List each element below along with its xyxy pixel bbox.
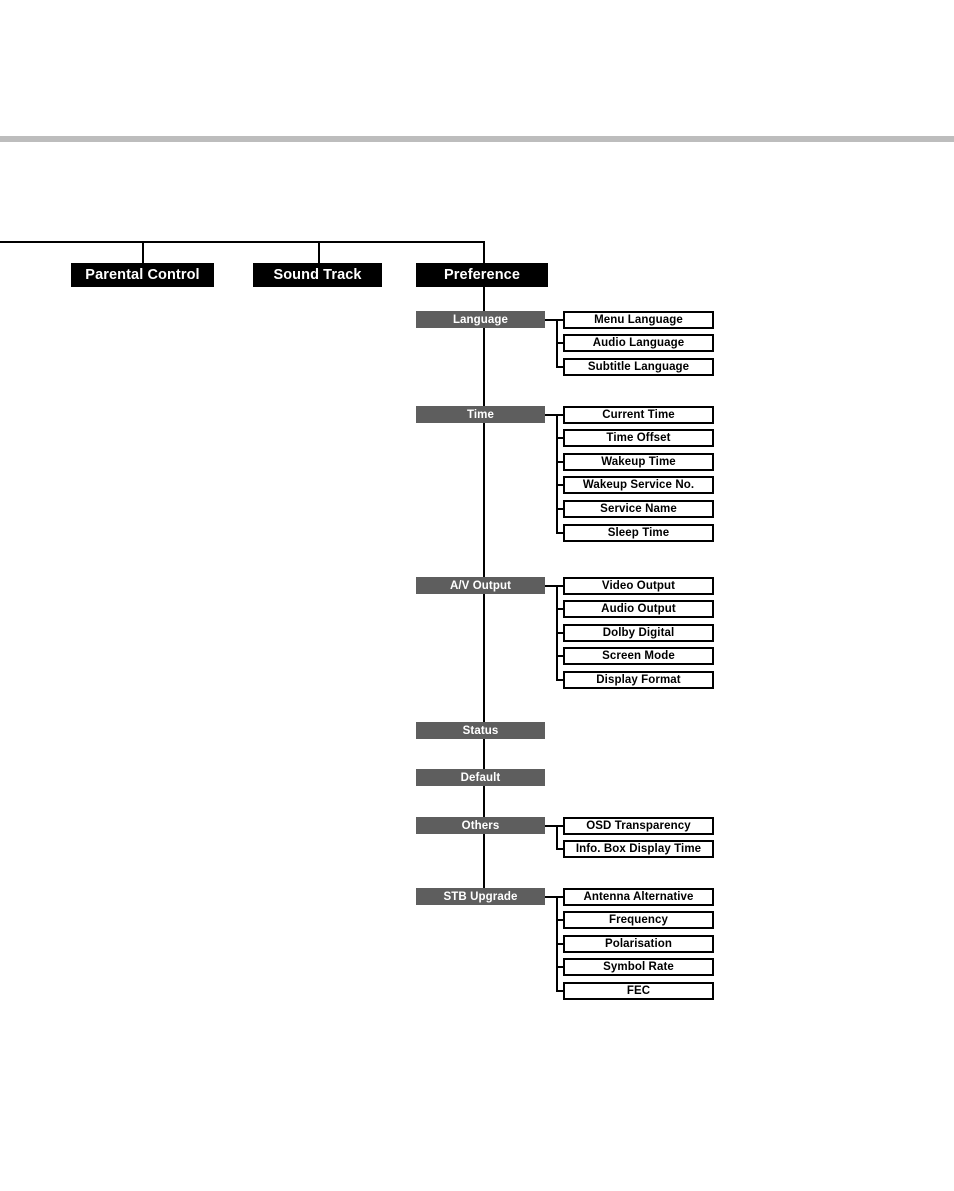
leaf-node-label: FEC bbox=[626, 984, 651, 997]
leaf-node-polarisation[interactable]: Polarisation bbox=[563, 934, 714, 953]
leaf-node-display-format[interactable]: Display Format bbox=[563, 670, 714, 689]
group-node-stb-upgrade[interactable]: STB Upgrade bbox=[416, 888, 545, 905]
leaf-node-info-box-display-time[interactable]: Info. Box Display Time bbox=[563, 840, 714, 859]
leaf-node-label: Wakeup Service No. bbox=[582, 479, 695, 492]
leaf-stub-language-1 bbox=[556, 318, 563, 321]
group-node-label: Others bbox=[461, 819, 500, 832]
branch-spine-others bbox=[556, 824, 558, 851]
leaf-stub-stb-upgrade-1 bbox=[556, 895, 563, 898]
leaf-node-osd-transparency[interactable]: OSD Transparency bbox=[563, 816, 714, 835]
leaf-node-label: Audio Language bbox=[592, 337, 685, 350]
leaf-stub-time-5 bbox=[556, 507, 563, 510]
leaf-stub-time-1 bbox=[556, 413, 563, 416]
root-node-label: Parental Control bbox=[85, 267, 200, 283]
leaf-stub-a-v-output-3 bbox=[556, 631, 563, 634]
leaf-node-label: Service Name bbox=[600, 502, 677, 515]
root-node-label: Sound Track bbox=[273, 267, 362, 283]
leaf-stub-a-v-output-4 bbox=[556, 655, 563, 658]
group-node-a-v-output[interactable]: A/V Output bbox=[416, 577, 545, 594]
leaf-node-menu-language[interactable]: Menu Language bbox=[563, 310, 714, 329]
leaf-node-label: Subtitle Language bbox=[587, 360, 690, 373]
leaf-node-label: Polarisation bbox=[604, 937, 673, 950]
leaf-node-label: Dolby Digital bbox=[602, 626, 675, 639]
leaf-node-screen-mode[interactable]: Screen Mode bbox=[563, 647, 714, 666]
group-stub-a-v-output bbox=[545, 584, 556, 587]
menu-tree-diagram: Parental Control Sound Track Preference Lan… bbox=[0, 0, 954, 1191]
leaf-node-label: Display Format bbox=[596, 673, 681, 686]
branch-spine-time bbox=[556, 413, 558, 534]
root-node-preference[interactable]: Preference bbox=[416, 263, 548, 287]
group-node-label: Language bbox=[452, 313, 509, 326]
group-stub-others bbox=[545, 824, 556, 827]
group-node-time[interactable]: Time bbox=[416, 406, 545, 423]
group-node-language[interactable]: Language bbox=[416, 311, 545, 328]
leaf-node-label: Frequency bbox=[608, 914, 669, 927]
group-node-label: Status bbox=[462, 724, 499, 737]
leaf-stub-others-2 bbox=[556, 848, 563, 851]
leaf-stub-time-2 bbox=[556, 437, 563, 440]
leaf-node-label: OSD Transparency bbox=[586, 819, 691, 832]
root-stem-1 bbox=[142, 241, 144, 263]
leaf-node-wakeup-service-no[interactable]: Wakeup Service No. bbox=[563, 476, 714, 495]
leaf-node-label: Time Offset bbox=[606, 432, 671, 445]
leaf-node-frequency[interactable]: Frequency bbox=[563, 911, 714, 930]
leaf-node-antenna-alternative[interactable]: Antenna Alternative bbox=[563, 887, 714, 906]
leaf-node-fec[interactable]: FEC bbox=[563, 981, 714, 1000]
leaf-node-subtitle-language[interactable]: Subtitle Language bbox=[563, 357, 714, 376]
leaf-stub-language-3 bbox=[556, 365, 563, 368]
root-stem-2 bbox=[318, 241, 320, 263]
group-stub-language bbox=[545, 318, 556, 321]
group-node-label: A/V Output bbox=[449, 579, 512, 592]
leaf-stub-language-2 bbox=[556, 342, 563, 345]
leaf-node-time-offset[interactable]: Time Offset bbox=[563, 429, 714, 448]
group-stub-time bbox=[545, 413, 556, 416]
leaf-node-label: Symbol Rate bbox=[603, 961, 674, 974]
group-node-label: STB Upgrade bbox=[443, 890, 518, 903]
group-node-status[interactable]: Status bbox=[416, 722, 545, 739]
leaf-stub-a-v-output-2 bbox=[556, 608, 563, 611]
leaf-node-label: Sleep Time bbox=[607, 526, 670, 539]
leaf-node-label: Current Time bbox=[602, 408, 675, 421]
group-stub-stb-upgrade bbox=[545, 895, 556, 898]
leaf-stub-stb-upgrade-5 bbox=[556, 989, 563, 992]
leaf-node-service-name[interactable]: Service Name bbox=[563, 499, 714, 518]
leaf-stub-time-4 bbox=[556, 484, 563, 487]
leaf-node-label: Info. Box Display Time bbox=[575, 843, 702, 856]
leaf-node-dolby-digital[interactable]: Dolby Digital bbox=[563, 623, 714, 642]
leaf-stub-a-v-output-1 bbox=[556, 584, 563, 587]
root-node-label: Preference bbox=[444, 267, 520, 283]
leaf-node-label: Video Output bbox=[601, 579, 676, 592]
leaf-stub-stb-upgrade-3 bbox=[556, 942, 563, 945]
root-node-parental-control[interactable]: Parental Control bbox=[71, 263, 214, 287]
leaf-stub-time-3 bbox=[556, 460, 563, 463]
leaf-node-audio-output[interactable]: Audio Output bbox=[563, 600, 714, 619]
leaf-node-label: Screen Mode bbox=[602, 650, 675, 663]
leaf-stub-a-v-output-5 bbox=[556, 678, 563, 681]
top-bus-line bbox=[0, 241, 485, 243]
leaf-stub-time-6 bbox=[556, 531, 563, 534]
leaf-node-label: Wakeup Time bbox=[601, 455, 676, 468]
group-node-label: Default bbox=[460, 771, 501, 784]
leaf-node-current-time[interactable]: Current Time bbox=[563, 405, 714, 424]
leaf-node-symbol-rate[interactable]: Symbol Rate bbox=[563, 958, 714, 977]
root-node-sound-track[interactable]: Sound Track bbox=[253, 263, 382, 287]
group-node-label: Time bbox=[466, 408, 495, 421]
leaf-node-wakeup-time[interactable]: Wakeup Time bbox=[563, 452, 714, 471]
leaf-node-label: Audio Output bbox=[601, 603, 676, 616]
leaf-stub-others-1 bbox=[556, 824, 563, 827]
leaf-node-label: Antenna Alternative bbox=[583, 890, 694, 903]
leaf-stub-stb-upgrade-4 bbox=[556, 966, 563, 969]
root-stem-3 bbox=[483, 241, 485, 263]
leaf-node-label: Menu Language bbox=[594, 313, 683, 326]
group-node-others[interactable]: Others bbox=[416, 817, 545, 834]
leaf-node-audio-language[interactable]: Audio Language bbox=[563, 334, 714, 353]
leaf-node-video-output[interactable]: Video Output bbox=[563, 576, 714, 595]
group-node-default[interactable]: Default bbox=[416, 769, 545, 786]
leaf-stub-stb-upgrade-2 bbox=[556, 919, 563, 922]
leaf-node-sleep-time[interactable]: Sleep Time bbox=[563, 523, 714, 542]
